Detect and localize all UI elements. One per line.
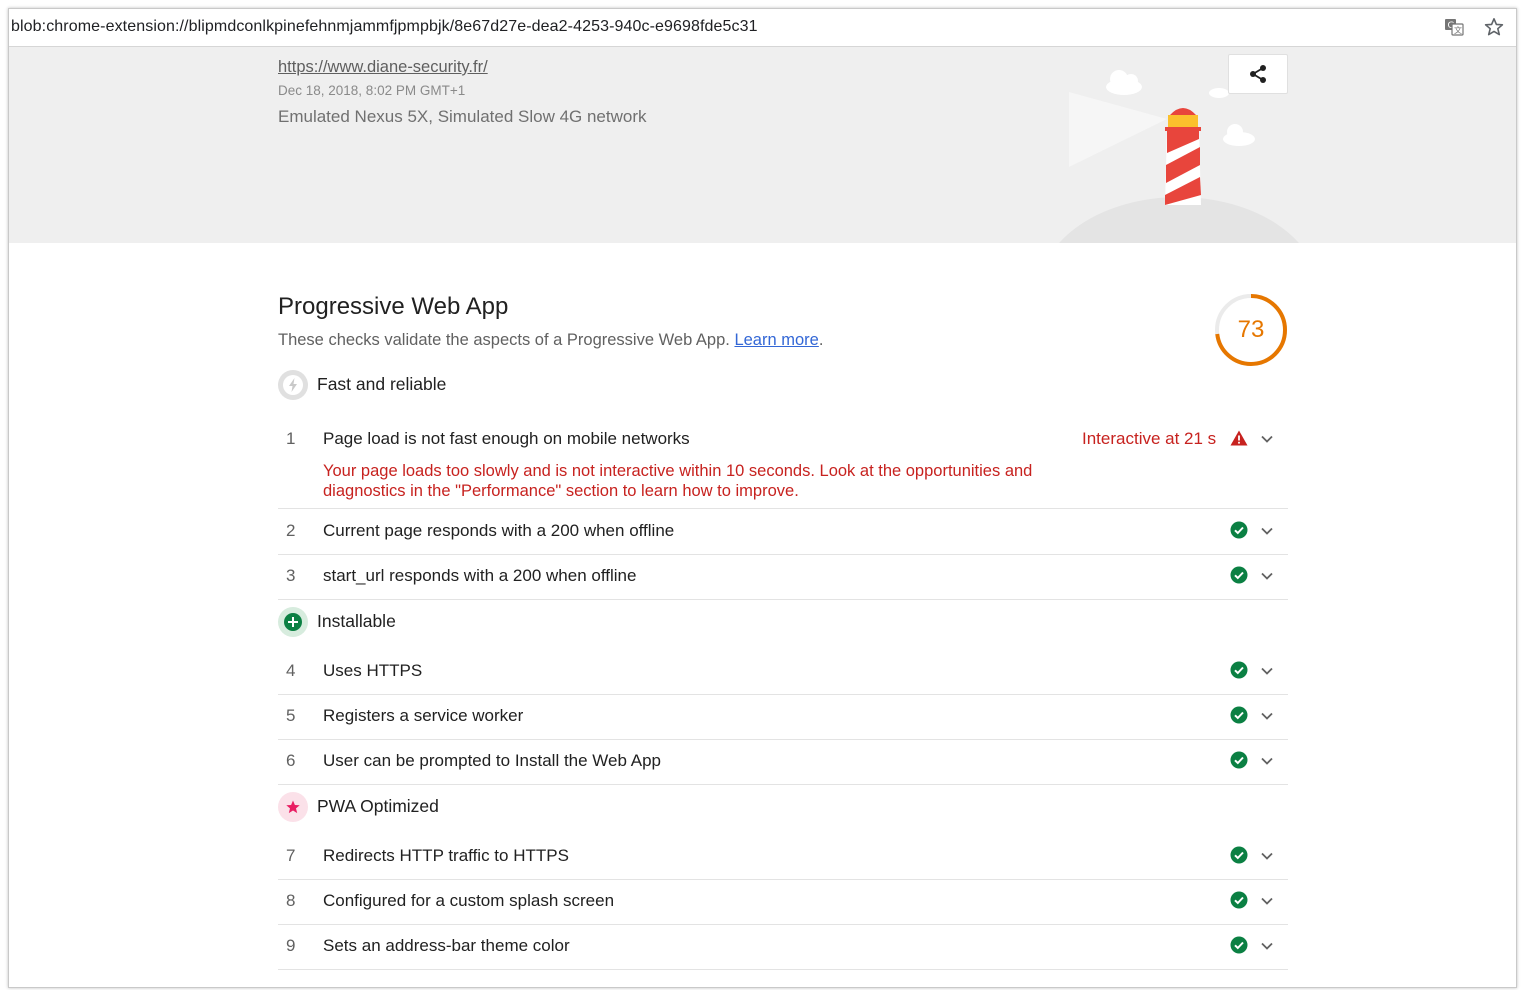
group-title: Installable bbox=[317, 611, 396, 631]
category-title: Progressive Web App bbox=[278, 293, 509, 320]
chevron-down-icon[interactable] bbox=[1260, 432, 1274, 446]
audit-number: 1 bbox=[286, 429, 296, 448]
audit-title: Page load is not fast enough on mobile n… bbox=[323, 429, 690, 448]
check-circle-icon bbox=[1230, 521, 1248, 539]
category-description: These checks validate the aspects of a P… bbox=[278, 331, 824, 349]
audit-title: Configured for a custom splash screen bbox=[323, 891, 615, 910]
star-icon bbox=[278, 792, 308, 822]
audit-title: Uses HTTPS bbox=[323, 661, 423, 680]
audit-row-splash-screen[interactable]: 8 Configured for a custom splash screen bbox=[278, 879, 1288, 925]
audit-row-start-url-offline[interactable]: 3 start_url responds with a 200 when off… bbox=[278, 554, 1288, 600]
chevron-down-icon[interactable] bbox=[1260, 569, 1274, 583]
share-button[interactable] bbox=[1228, 54, 1288, 94]
chevron-down-icon[interactable] bbox=[1260, 939, 1274, 953]
lighthouse-logo-icon bbox=[1059, 70, 1299, 243]
audit-row-load-fast-enough[interactable]: 1 Page load is not fast enough on mobile… bbox=[278, 417, 1288, 509]
check-circle-icon bbox=[1230, 751, 1248, 769]
group-title: PWA Optimized bbox=[317, 796, 439, 816]
chevron-down-icon[interactable] bbox=[1260, 894, 1274, 908]
address-url[interactable]: blob:chrome-extension://blipmdconlkpinef… bbox=[11, 18, 758, 36]
translate-icon[interactable]: G 文 bbox=[1444, 17, 1464, 37]
audit-number: 7 bbox=[286, 846, 296, 865]
report-date: Dec 18, 2018, 8:02 PM GMT+1 bbox=[278, 83, 466, 98]
lightning-icon bbox=[278, 370, 308, 400]
emulation-info: Emulated Nexus 5X, Simulated Slow 4G net… bbox=[278, 107, 647, 126]
audit-row-installable-manifest[interactable]: 6 User can be prompted to Install the We… bbox=[278, 739, 1288, 785]
audit-number: 8 bbox=[286, 891, 296, 910]
chevron-down-icon[interactable] bbox=[1260, 664, 1274, 678]
audit-title: Sets an address-bar theme color bbox=[323, 936, 570, 955]
warning-triangle-icon bbox=[1230, 429, 1248, 447]
browser-window: blob:chrome-extension://blipmdconlkpinef… bbox=[8, 8, 1517, 988]
audit-title: Registers a service worker bbox=[323, 706, 524, 725]
report-header: https://www.diane-security.fr/ Dec 18, 2… bbox=[9, 47, 1516, 243]
tested-url-link[interactable]: https://www.diane-security.fr/ bbox=[278, 58, 488, 77]
audit-title: User can be prompted to Install the Web … bbox=[323, 751, 661, 770]
check-circle-icon bbox=[1230, 891, 1248, 909]
bookmark-star-icon[interactable] bbox=[1484, 17, 1504, 37]
audit-display-value: Interactive at 21 s bbox=[1082, 429, 1217, 448]
audit-row-uses-https[interactable]: 4 Uses HTTPS bbox=[278, 649, 1288, 695]
check-circle-icon bbox=[1230, 846, 1248, 864]
audit-title: Redirects HTTP traffic to HTTPS bbox=[323, 846, 569, 865]
learn-more-link[interactable]: Learn more bbox=[734, 331, 818, 349]
chevron-down-icon[interactable] bbox=[1260, 524, 1274, 538]
chevron-down-icon[interactable] bbox=[1260, 849, 1274, 863]
audit-number: 3 bbox=[286, 566, 296, 585]
audit-explanation: Your page loads too slowly and is not in… bbox=[323, 462, 1033, 500]
chevron-down-icon[interactable] bbox=[1260, 754, 1274, 768]
audit-number: 4 bbox=[286, 661, 296, 680]
share-icon bbox=[1250, 65, 1266, 83]
check-circle-icon bbox=[1230, 566, 1248, 584]
audit-number: 5 bbox=[286, 706, 296, 725]
check-circle-icon bbox=[1230, 661, 1248, 679]
plus-icon bbox=[278, 607, 308, 637]
group-title: Fast and reliable bbox=[317, 374, 447, 394]
score-value: 73 bbox=[1237, 316, 1265, 343]
check-circle-icon bbox=[1230, 706, 1248, 724]
audit-row-service-worker[interactable]: 5 Registers a service worker bbox=[278, 694, 1288, 740]
chevron-down-icon[interactable] bbox=[1260, 709, 1274, 723]
check-circle-icon bbox=[1230, 936, 1248, 954]
audit-number: 6 bbox=[286, 751, 296, 770]
address-bar[interactable]: blob:chrome-extension://blipmdconlkpinef… bbox=[9, 9, 1516, 47]
audit-number: 2 bbox=[286, 521, 296, 540]
audit-title: Current page responds with a 200 when of… bbox=[323, 521, 675, 540]
audit-title: start_url responds with a 200 when offli… bbox=[323, 566, 637, 585]
audit-row-redirects-http[interactable]: 7 Redirects HTTP traffic to HTTPS bbox=[278, 834, 1288, 880]
audit-number: 9 bbox=[286, 936, 296, 955]
svg-text:文: 文 bbox=[1454, 25, 1462, 35]
audit-row-offline-200[interactable]: 2 Current page responds with a 200 when … bbox=[278, 509, 1288, 555]
audit-row-theme-color[interactable]: 9 Sets an address-bar theme color bbox=[278, 924, 1288, 970]
